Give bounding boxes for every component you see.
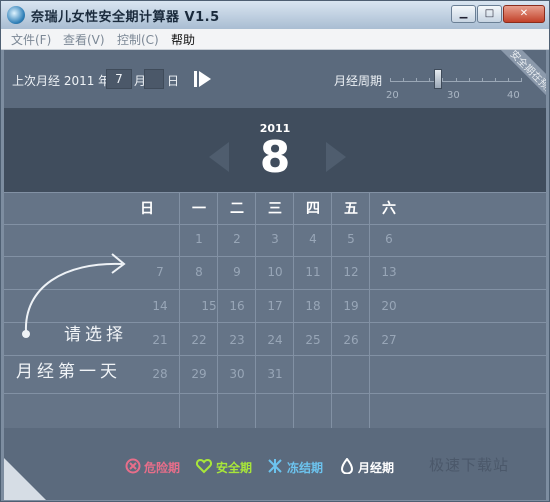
hint-line-1: 请选择 (64, 325, 127, 345)
day-cell[interactable]: 26 (332, 333, 370, 347)
day-cell[interactable]: 4 (294, 232, 332, 246)
next-month-arrow-icon[interactable] (326, 142, 346, 172)
hint-line-2: 月经第一天 (16, 362, 121, 382)
legend-bar: 危险期 安全期 冻结期 月经期 极速下载站 (4, 428, 546, 500)
menu-bar: 文件(F) 查看(V) 控制(C) 帮助 (1, 29, 549, 50)
close-button[interactable]: ✕ (503, 5, 545, 23)
play-icon[interactable] (194, 70, 212, 88)
settings-bar: 上次月经 2011 年 7 月 日 月经周期 20 30 40 安全期在预测 (4, 50, 546, 108)
title-bar[interactable]: 奈瑞儿女性安全期计算器 V1.5 ▁ □ ✕ (1, 1, 549, 29)
day-cell[interactable]: 9 (218, 265, 256, 279)
heart-icon (196, 458, 212, 474)
legend-danger-label: 危险期 (144, 461, 181, 475)
day-cell[interactable]: 17 (256, 299, 294, 313)
day-cell[interactable]: 23 (218, 333, 256, 347)
month-input[interactable]: 7 (106, 69, 132, 89)
day-cell[interactable]: 29 (180, 367, 218, 381)
day-cell[interactable]: 19 (332, 299, 370, 313)
day-cell[interactable]: 2 (218, 232, 256, 246)
day-cell[interactable]: 27 (370, 333, 408, 347)
day-cell[interactable]: 3 (256, 232, 294, 246)
weekday-mon: 一 (192, 201, 206, 217)
weekday-fri: 五 (344, 201, 358, 217)
prev-month-arrow-icon[interactable] (209, 142, 229, 172)
cycle-slider-thumb[interactable] (434, 69, 442, 89)
slider-label-mid: 30 (447, 90, 460, 101)
calendar-grid: 日 一 二 三 四 五 六 1 2 3 4 5 6 7 8 9 10 11 12… (4, 192, 546, 428)
menu-file[interactable]: 文件(F) (11, 31, 51, 48)
legend-safe-label: 安全期 (216, 461, 253, 475)
day-cell[interactable]: 31 (256, 367, 294, 381)
day-cell[interactable]: 10 (256, 265, 294, 279)
day-cell[interactable]: 25 (294, 333, 332, 347)
ribbon-text: 安全期在预测 (500, 50, 546, 107)
day-cell[interactable]: 8 (180, 265, 218, 279)
legend-freeze-label: 冻结期 (287, 461, 324, 475)
weekday-sat: 六 (382, 201, 396, 217)
legend-period-label: 月经期 (358, 461, 395, 475)
day-cell[interactable]: 24 (256, 333, 294, 347)
minimize-button[interactable]: ▁ (451, 5, 476, 23)
day-cell[interactable]: 1 (180, 232, 218, 246)
last-period-label: 上次月经 2011 年 (12, 74, 111, 88)
month-number: 8 (259, 132, 291, 183)
maximize-button[interactable]: □ (477, 5, 502, 23)
day-cell[interactable]: 14 (141, 299, 179, 313)
day-input[interactable] (144, 69, 164, 89)
danger-icon (125, 458, 141, 474)
app-logo-icon (7, 6, 25, 24)
drop-icon (340, 458, 354, 474)
weekday-wed: 三 (268, 201, 282, 217)
weekday-sun: 日 (140, 201, 154, 217)
watermark: 极速下载站 (429, 456, 510, 474)
day-cell[interactable]: 12 (332, 265, 370, 279)
month-header: 2011 8 (4, 108, 546, 192)
slider-label-min: 20 (386, 90, 399, 101)
window-title: 奈瑞儿女性安全期计算器 V1.5 (31, 10, 220, 25)
day-cell[interactable]: 7 (141, 265, 179, 279)
day-cell[interactable]: 13 (370, 265, 408, 279)
day-cell[interactable]: 21 (141, 333, 179, 347)
day-cell[interactable]: 5 (332, 232, 370, 246)
day-cell[interactable]: 6 (370, 232, 408, 246)
menu-control[interactable]: 控制(C) (117, 31, 159, 48)
day-cell[interactable]: 22 (180, 333, 218, 347)
day-cell[interactable]: 30 (218, 367, 256, 381)
weekday-tue: 二 (230, 201, 244, 217)
cycle-label: 月经周期 (334, 74, 383, 88)
snowflake-icon (268, 459, 282, 473)
app-window: 奈瑞儿女性安全期计算器 V1.5 ▁ □ ✕ 文件(F) 查看(V) 控制(C)… (0, 0, 550, 502)
day-cell[interactable]: 18 (294, 299, 332, 313)
menu-view[interactable]: 查看(V) (63, 31, 105, 48)
weekday-thu: 四 (306, 201, 320, 217)
day-cell[interactable]: 11 (294, 265, 332, 279)
day-unit-label: 日 (167, 74, 180, 88)
page-curl (4, 458, 46, 500)
day-cell[interactable]: 20 (370, 299, 408, 313)
corner-ribbon: 安全期在预测 (488, 50, 546, 108)
day-cell[interactable]: 28 (141, 367, 179, 381)
day-cell[interactable]: 16 (218, 299, 256, 313)
menu-help[interactable]: 帮助 (171, 31, 195, 48)
